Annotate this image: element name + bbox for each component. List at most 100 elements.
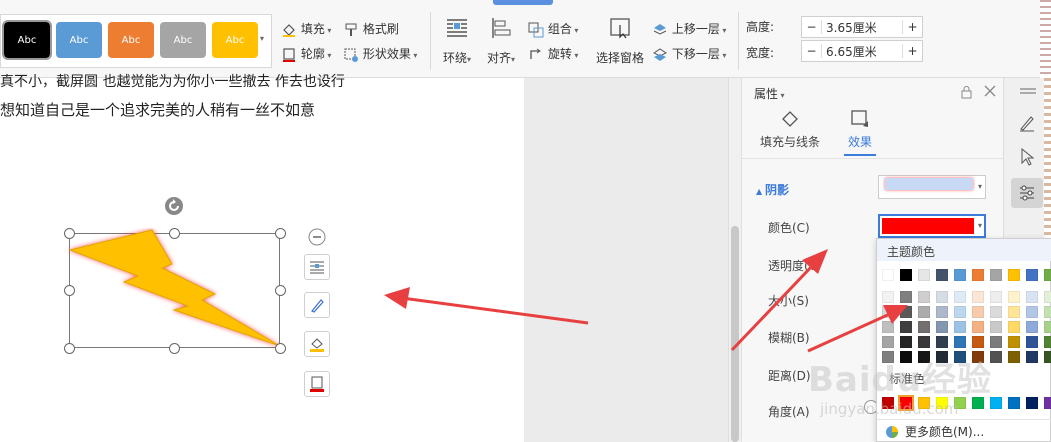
height-increase-button[interactable]: + (902, 20, 922, 34)
wrap-button[interactable]: 环绕▾ (440, 16, 474, 66)
theme-shade-swatch[interactable] (954, 336, 966, 348)
theme-shade-swatch[interactable] (972, 306, 984, 318)
theme-shade-swatch[interactable] (1044, 351, 1051, 363)
lock-icon[interactable] (960, 85, 973, 99)
tab-effect[interactable]: 效果 (842, 108, 878, 150)
theme-shade-swatch[interactable] (990, 291, 1002, 303)
theme-shade-swatch[interactable] (1008, 321, 1020, 333)
selection-pane-button[interactable]: 选择窗格 (594, 16, 646, 66)
theme-color-swatch[interactable] (936, 269, 948, 281)
close-icon[interactable] (984, 85, 996, 97)
theme-color-swatch[interactable] (954, 269, 966, 281)
theme-shade-swatch[interactable] (900, 336, 912, 348)
pen-icon[interactable] (1018, 114, 1036, 132)
theme-shade-swatch[interactable] (882, 291, 894, 303)
rotate-handle-icon[interactable] (164, 196, 184, 216)
collapse-icon[interactable] (308, 228, 326, 246)
format-painter-button[interactable]: 格式刷 (343, 20, 399, 38)
shape-style-preset[interactable]: Abc (212, 22, 258, 58)
theme-shade-swatch[interactable] (936, 306, 948, 318)
theme-shade-swatch[interactable] (900, 291, 912, 303)
theme-color-swatch[interactable] (900, 269, 912, 281)
theme-color-swatch[interactable] (918, 269, 930, 281)
width-decrease-button[interactable]: − (802, 44, 822, 58)
shape-style-preset[interactable]: Abc (56, 22, 102, 58)
theme-color-swatch[interactable] (1044, 269, 1051, 281)
outline-button[interactable]: 轮廓 ▾ (281, 45, 331, 63)
theme-shade-swatch[interactable] (1026, 291, 1038, 303)
theme-shade-swatch[interactable] (972, 291, 984, 303)
theme-shade-swatch[interactable] (936, 321, 948, 333)
shadow-section-header[interactable]: ▲ 阴影 (756, 181, 789, 198)
scrollbar-thumb[interactable] (731, 226, 739, 442)
shape-outline-button[interactable] (304, 371, 330, 397)
theme-shade-swatch[interactable] (882, 321, 894, 333)
height-decrease-button[interactable]: − (802, 20, 822, 34)
theme-shade-swatch[interactable] (1044, 321, 1051, 333)
theme-shade-swatch[interactable] (972, 336, 984, 348)
height-input[interactable]: 3.65厘米 (822, 19, 902, 36)
send-backward-button[interactable]: 下移一层 ▾ (652, 45, 726, 63)
theme-shade-swatch[interactable] (1008, 306, 1020, 318)
cursor-icon[interactable] (1020, 148, 1034, 166)
theme-shade-swatch[interactable] (918, 336, 930, 348)
shape-style-preset[interactable]: Abc (160, 22, 206, 58)
layout-options-button[interactable] (304, 254, 330, 280)
theme-shade-swatch[interactable] (918, 306, 930, 318)
width-input[interactable]: 6.65厘米 (822, 43, 902, 60)
document-page[interactable]: 真不小，截屏圆 也越觉能为为你小一些撤去 作去也设行 想知道自己是一个追求完美的… (0, 74, 524, 442)
vertical-scrollbar[interactable] (728, 78, 741, 442)
theme-shade-swatch[interactable] (1044, 336, 1051, 348)
more-colors-button[interactable]: 更多颜色(M)... (885, 423, 984, 440)
theme-shade-swatch[interactable] (990, 306, 1002, 318)
theme-shade-swatch[interactable] (972, 321, 984, 333)
theme-color-swatch[interactable] (972, 269, 984, 281)
theme-shade-swatch[interactable] (918, 321, 930, 333)
shape-effect-button[interactable]: 形状效果 ▾ (343, 45, 417, 63)
theme-shade-swatch[interactable] (954, 291, 966, 303)
height-spinner[interactable]: − 3.65厘米 + (801, 16, 923, 38)
panel-title[interactable]: 属性 ▾ (754, 85, 785, 102)
theme-shade-swatch[interactable] (954, 306, 966, 318)
theme-shade-swatch[interactable] (990, 321, 1002, 333)
resize-handle[interactable] (64, 343, 75, 354)
resize-handle[interactable] (64, 285, 75, 296)
theme-shade-swatch[interactable] (1008, 351, 1020, 363)
theme-shade-swatch[interactable] (1008, 336, 1020, 348)
width-spinner[interactable]: − 6.65厘米 + (801, 40, 923, 62)
properties-toggle-button[interactable] (1011, 178, 1043, 208)
shape-style-preset[interactable]: Abc (108, 22, 154, 58)
theme-shade-swatch[interactable] (882, 336, 894, 348)
theme-color-swatch[interactable] (990, 269, 1002, 281)
tab-fill-and-line[interactable]: 填充与线条 (758, 108, 822, 150)
align-button[interactable]: 对齐▾ (484, 16, 518, 66)
theme-shade-swatch[interactable] (1026, 321, 1038, 333)
shape-style-button[interactable] (304, 292, 330, 318)
standard-color-swatch[interactable] (1044, 397, 1051, 409)
bring-forward-button[interactable]: 上移一层 ▾ (652, 20, 726, 38)
theme-shade-swatch[interactable] (900, 321, 912, 333)
gallery-more-icon[interactable]: ▾ (260, 30, 264, 44)
shape-style-preset[interactable]: Abc (2, 20, 52, 60)
theme-color-swatch[interactable] (1026, 269, 1038, 281)
shadow-preset-dropdown[interactable]: ▾ (878, 175, 986, 199)
theme-shade-swatch[interactable] (1044, 291, 1051, 303)
theme-color-swatch[interactable] (882, 269, 894, 281)
resize-handle[interactable] (275, 228, 286, 239)
theme-shade-swatch[interactable] (1044, 306, 1051, 318)
theme-shade-swatch[interactable] (1026, 306, 1038, 318)
resize-handle[interactable] (169, 343, 180, 354)
theme-shade-swatch[interactable] (1008, 291, 1020, 303)
theme-color-swatch[interactable] (1008, 269, 1020, 281)
theme-shade-swatch[interactable] (954, 321, 966, 333)
shape-fill-button[interactable] (304, 331, 330, 357)
theme-shade-swatch[interactable] (882, 306, 894, 318)
menu-icon[interactable] (1020, 88, 1036, 90)
standard-color-swatch[interactable] (1008, 397, 1020, 409)
rotate-button[interactable]: 旋转 ▾ (528, 45, 578, 63)
theme-shade-swatch[interactable] (1026, 351, 1038, 363)
lightning-bolt-shape[interactable] (60, 228, 290, 353)
theme-shade-swatch[interactable] (918, 291, 930, 303)
theme-shade-swatch[interactable] (900, 306, 912, 318)
group-button[interactable]: 组合 ▾ (528, 20, 578, 38)
